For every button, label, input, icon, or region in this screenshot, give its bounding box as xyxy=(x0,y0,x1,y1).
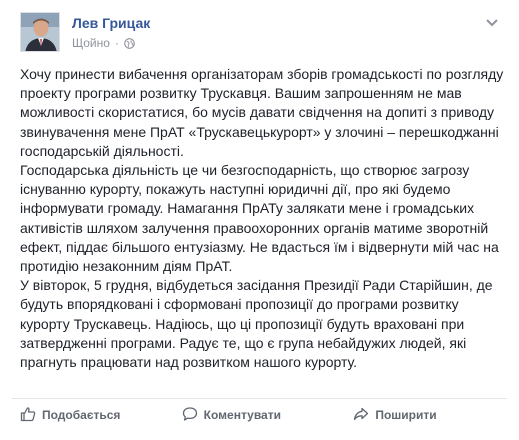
comment-label: Коментувати xyxy=(203,408,281,422)
globe-icon[interactable] xyxy=(124,37,135,49)
like-label: Подобається xyxy=(42,408,121,422)
author-name[interactable]: Лев Грицак xyxy=(72,15,150,31)
like-button[interactable]: Подобається xyxy=(14,402,176,428)
chevron-down-icon[interactable] xyxy=(484,14,500,30)
post-paragraph: Хочу принести вибачення організаторам зб… xyxy=(20,66,504,159)
share-button[interactable]: Поширити xyxy=(345,402,505,428)
share-icon xyxy=(353,406,369,425)
divider xyxy=(12,398,507,399)
timestamp[interactable]: Щойно xyxy=(72,36,110,50)
post-card: Лев Грицак Щойно · Хочу принести вибачен… xyxy=(0,0,519,440)
post-text: Хочу принести вибачення організаторам зб… xyxy=(20,65,509,372)
post-header: Лев Грицак Щойно · xyxy=(20,12,500,56)
comment-button[interactable]: Коментувати xyxy=(176,402,346,428)
post-meta: Щойно · xyxy=(72,36,135,50)
share-label: Поширити xyxy=(375,408,437,422)
post-paragraph: У вівторок, 5 грудня, відбудеться засіда… xyxy=(20,277,493,371)
post-paragraph: Господарська діяльність це чи безгоспода… xyxy=(20,162,499,275)
avatar[interactable] xyxy=(20,12,60,52)
like-icon xyxy=(20,406,36,425)
comment-icon xyxy=(182,406,198,425)
meta-separator: · xyxy=(114,36,119,50)
action-bar: Подобається Коментувати Поширити xyxy=(14,402,505,430)
